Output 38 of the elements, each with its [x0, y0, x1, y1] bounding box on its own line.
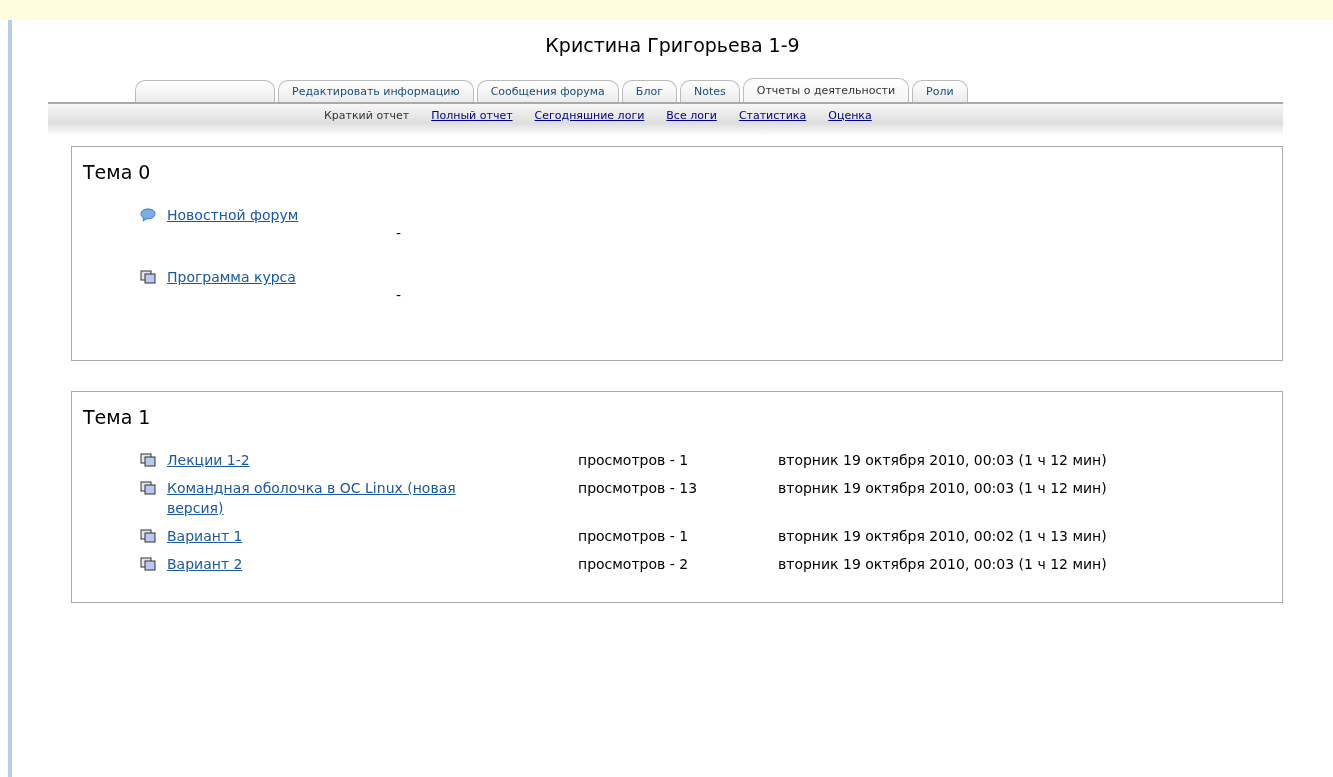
speech-bubble-icon [140, 208, 156, 222]
view-count: просмотров - 1 [578, 527, 690, 546]
subnav-link[interactable]: Статистика [738, 109, 807, 122]
subnav-link[interactable]: Сегодняшние логи [534, 109, 645, 122]
tab[interactable]: Роли [912, 80, 968, 102]
resource-link[interactable]: Новостной форум [167, 205, 299, 225]
windows-icon [140, 453, 156, 467]
resource-link[interactable]: Командная оболочка в ОС Linux (новая версия) [167, 478, 497, 518]
view-count: - [395, 287, 403, 303]
tab[interactable] [135, 80, 275, 102]
view-count: просмотров - 1 [578, 451, 690, 470]
resource-link[interactable]: Вариант 2 [167, 554, 243, 574]
windows-icon [140, 270, 156, 284]
view-count: просмотров - 2 [578, 555, 690, 574]
tab[interactable]: Блог [621, 80, 677, 102]
tab[interactable]: Сообщения форума [476, 80, 619, 102]
tab[interactable]: Notes [679, 80, 740, 102]
resource-link[interactable]: Вариант 1 [167, 526, 243, 546]
subnav-link[interactable]: Полный отчет [431, 109, 513, 122]
tab[interactable]: Отчеты о деятельности [742, 78, 910, 102]
last-access-date: вторник 19 октября 2010, 00:03 (1 ч 12 мин) [778, 479, 1108, 498]
resource-link[interactable]: Лекции 1-2 [167, 450, 250, 470]
last-access-date: вторник 19 октября 2010, 00:03 (1 ч 12 мин) [778, 451, 1108, 470]
last-access-date: вторник 19 октября 2010, 00:03 (1 ч 12 мин) [778, 555, 1108, 574]
view-count: просмотров - 13 [578, 479, 699, 498]
view-count: - [395, 225, 403, 241]
subnav-link[interactable]: Оценка [828, 109, 872, 122]
subnav-current: Краткий отчет [324, 109, 410, 122]
windows-icon [140, 557, 156, 571]
tab[interactable]: Редактировать информацию [278, 80, 474, 102]
windows-icon [140, 481, 156, 495]
last-access-date: вторник 19 октября 2010, 00:02 (1 ч 13 мин) [778, 527, 1108, 546]
page-title: Кристина Григорьева 1-9 [544, 33, 801, 58]
subnav-link[interactable]: Все логи [666, 109, 717, 122]
windows-icon [140, 529, 156, 543]
resource-link[interactable]: Программа курса [167, 267, 296, 287]
topic-heading: Тема 1 [83, 406, 152, 428]
topic-heading: Тема 0 [83, 161, 152, 183]
